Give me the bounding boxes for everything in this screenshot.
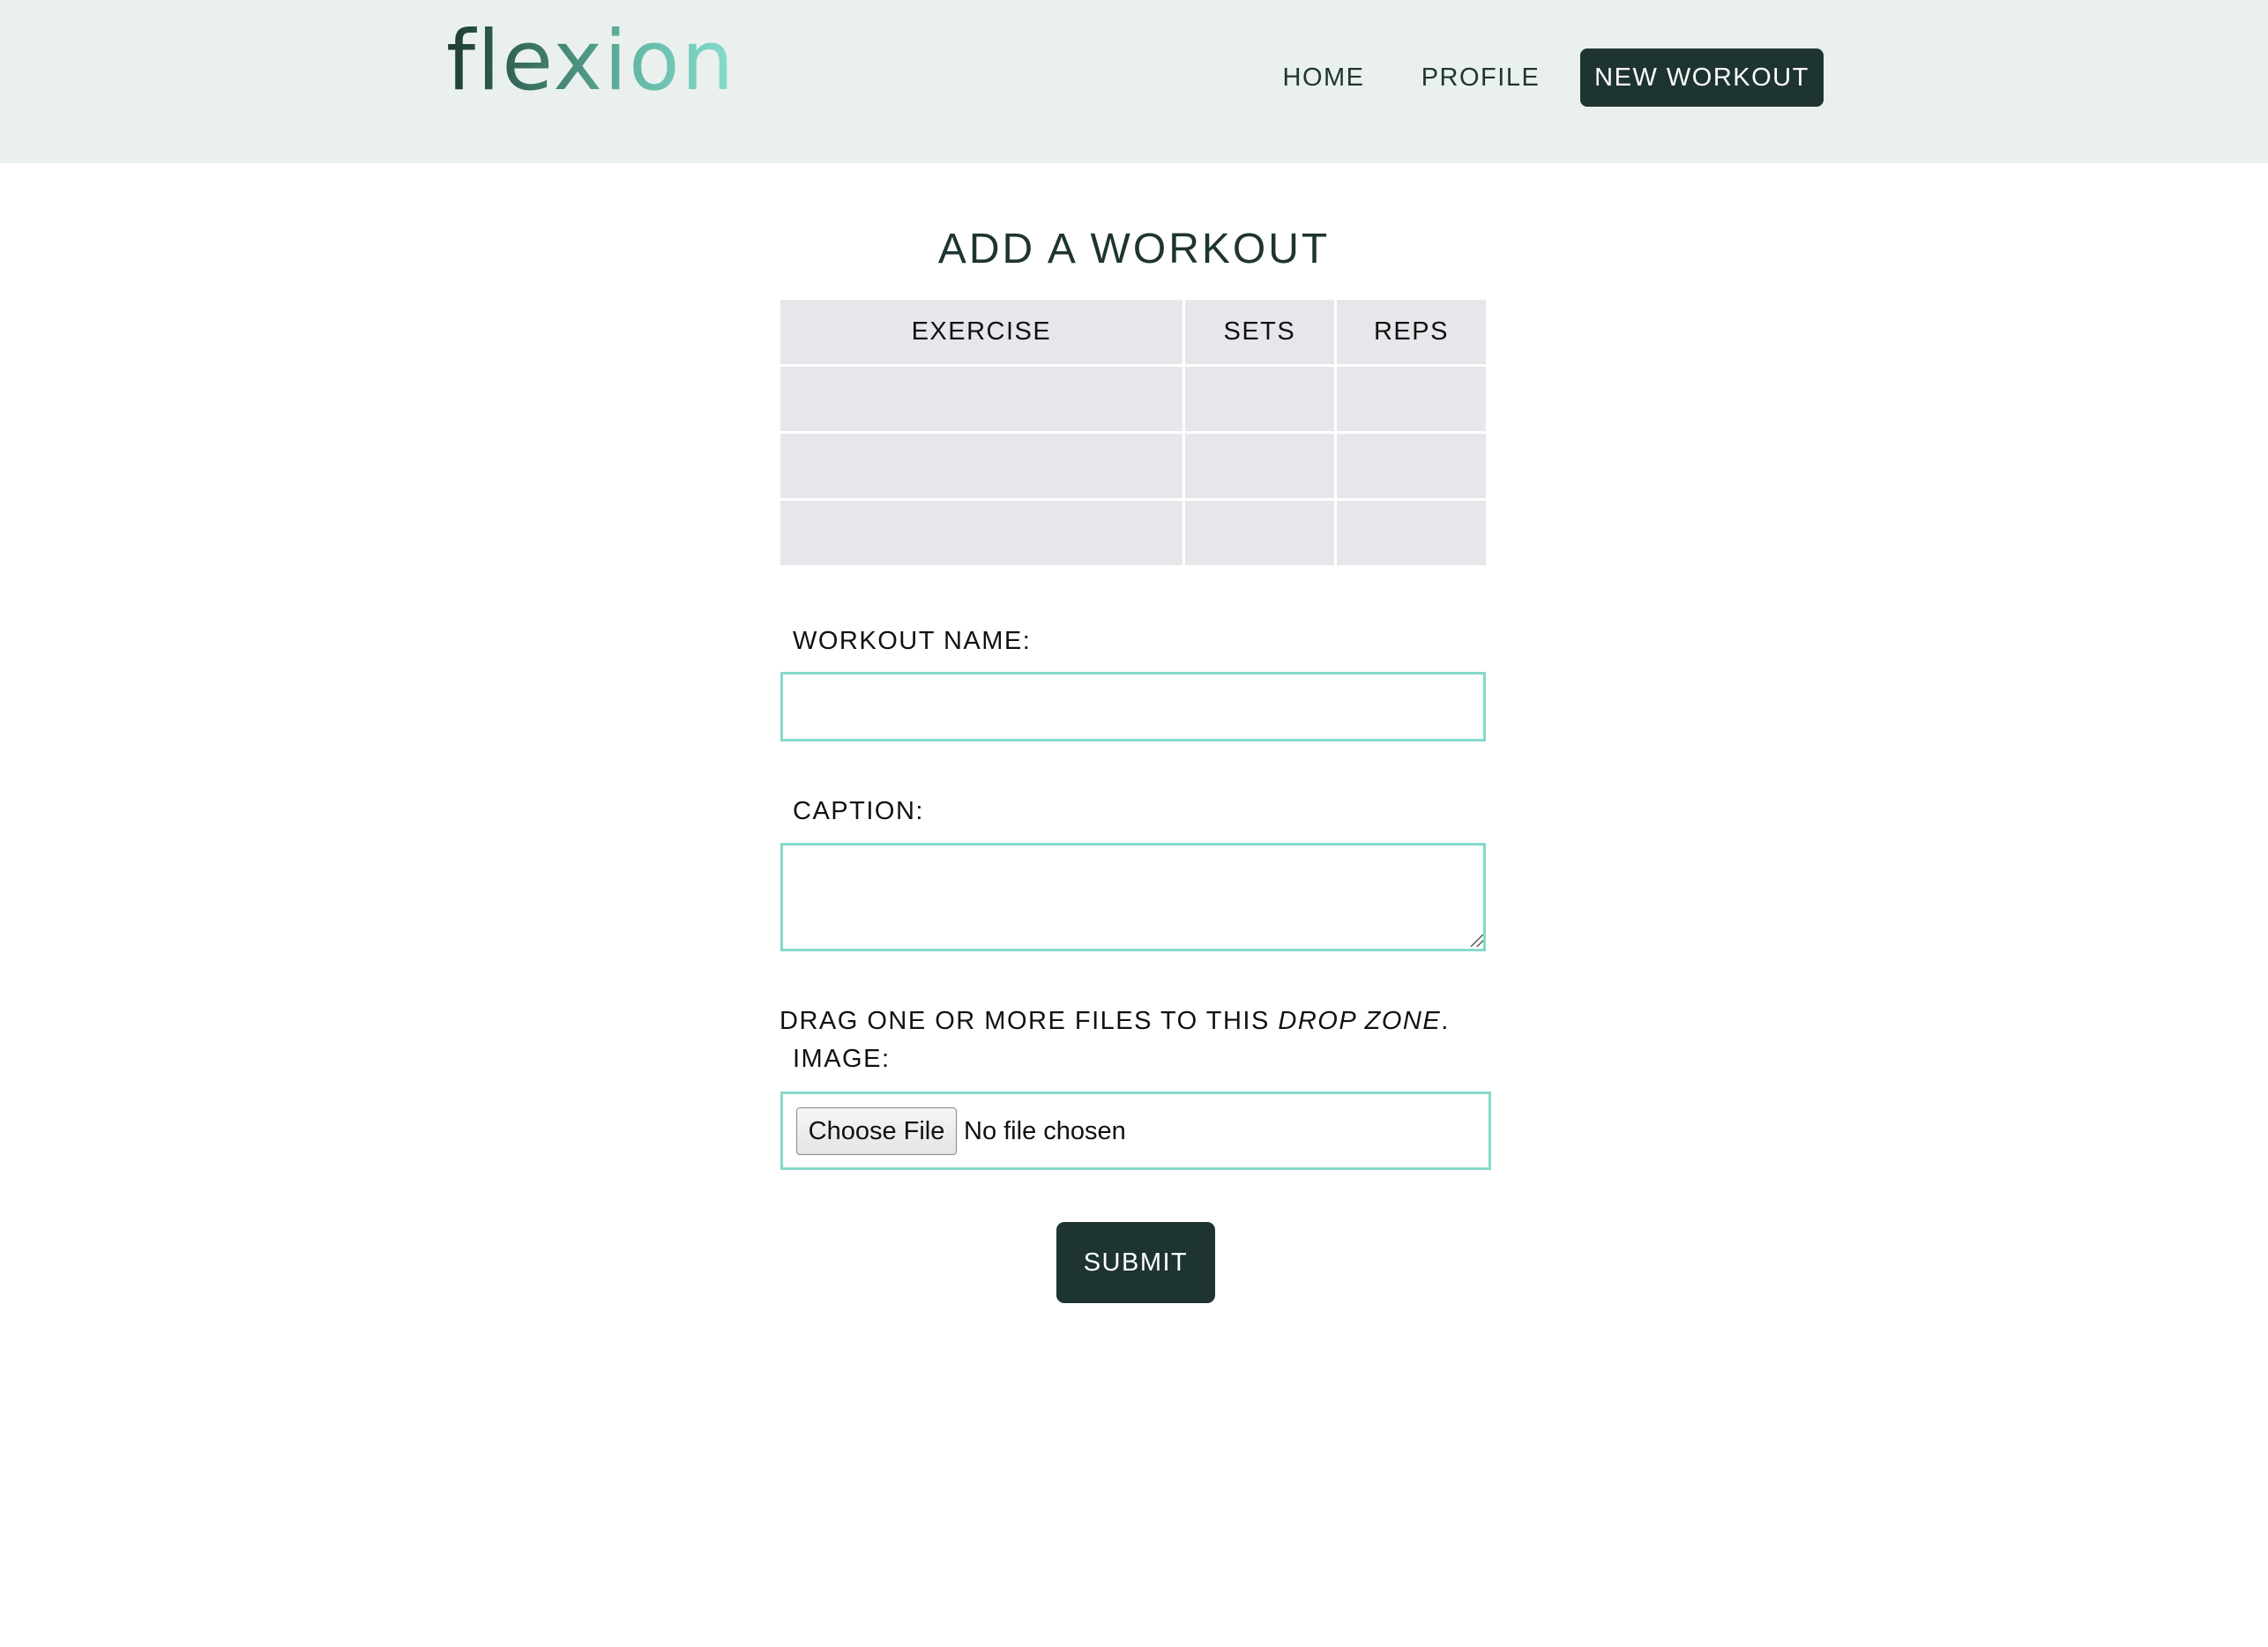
sets-cell[interactable] — [1184, 367, 1334, 431]
drop-zone-text-end: . — [1441, 1007, 1450, 1035]
reps-cell[interactable] — [1336, 367, 1486, 431]
reps-cell[interactable] — [1336, 434, 1486, 498]
workout-name-input[interactable] — [780, 672, 1486, 742]
table-header-row: EXERCISE SETS REPS — [780, 300, 1486, 364]
drop-zone-text-start: DRAG ONE OR MORE FILES TO THIS — [780, 1007, 1279, 1035]
reps-cell[interactable] — [1336, 501, 1486, 565]
drop-zone-text[interactable]: DRAG ONE OR MORE FILES TO THIS DROP ZONE… — [780, 1003, 1450, 1039]
image-label: IMAGE: — [793, 1045, 891, 1073]
image-file-input[interactable]: Choose File No file chosen — [780, 1092, 1491, 1170]
table-row — [780, 501, 1486, 565]
workout-name-label: WORKOUT NAME: — [793, 627, 1032, 655]
resize-handle-icon[interactable] — [1471, 935, 1483, 947]
exercise-cell[interactable] — [780, 367, 1182, 431]
sets-cell[interactable] — [1184, 434, 1334, 498]
reps-column-header: REPS — [1336, 300, 1486, 364]
flexion-logo[interactable]: flexion — [446, 18, 735, 106]
caption-label: CAPTION: — [793, 797, 924, 825]
table-row — [780, 367, 1486, 431]
choose-file-button[interactable]: Choose File — [796, 1107, 957, 1155]
nav-new-workout-button[interactable]: NEW WORKOUT — [1580, 48, 1824, 107]
nav-home-link[interactable]: HOME — [1263, 48, 1384, 107]
caption-textarea[interactable] — [780, 843, 1486, 951]
sets-column-header: SETS — [1184, 300, 1334, 364]
exercise-column-header: EXERCISE — [780, 300, 1182, 364]
exercise-cell[interactable] — [780, 501, 1182, 565]
exercise-table: EXERCISE SETS REPS — [778, 297, 1488, 568]
page-title: ADD A WORKOUT — [937, 226, 1331, 272]
nav-profile-link[interactable]: PROFILE — [1414, 48, 1547, 107]
submit-button[interactable]: SUBMIT — [1056, 1222, 1215, 1303]
exercise-cell[interactable] — [780, 434, 1182, 498]
site-header: flexion HOME PROFILE NEW WORKOUT — [0, 0, 2268, 163]
drop-zone-emphasis: DROP ZONE — [1278, 1007, 1442, 1035]
table-row — [780, 434, 1486, 498]
file-status-text: No file chosen — [964, 1117, 1126, 1145]
sets-cell[interactable] — [1184, 501, 1334, 565]
